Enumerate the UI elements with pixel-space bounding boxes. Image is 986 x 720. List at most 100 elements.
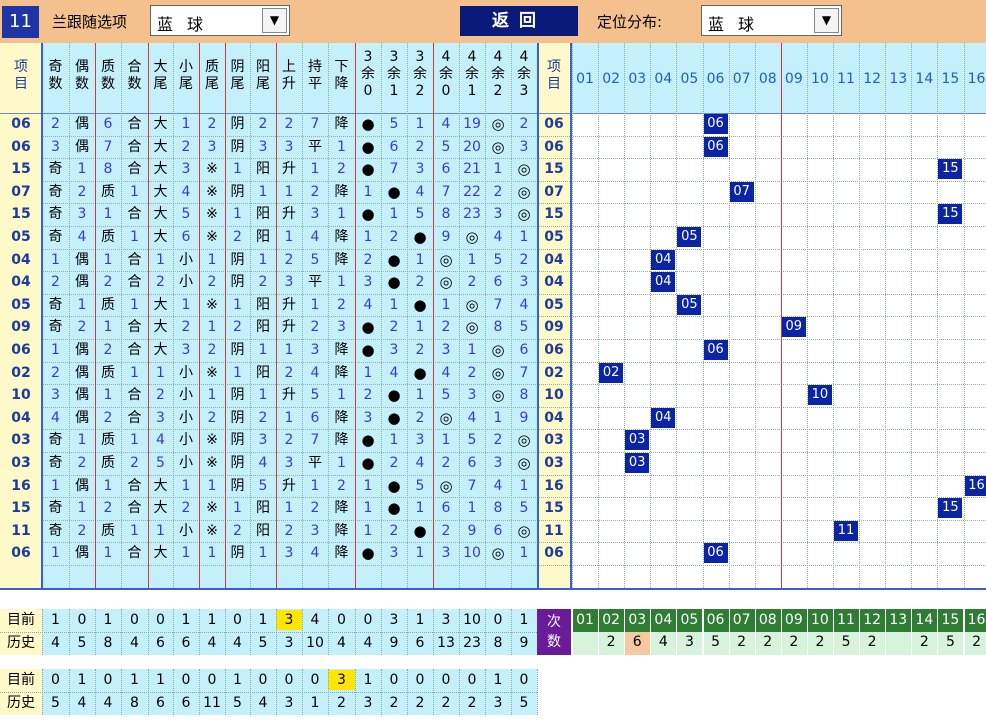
row-cell: 升 [282, 206, 296, 223]
row-cell: 2 [103, 500, 113, 517]
position-header-08: 08 [758, 71, 777, 87]
pos-col-line [754, 43, 756, 588]
position-marker[interactable]: 11 [834, 520, 858, 541]
row-cell: 2 [284, 251, 294, 268]
stats-history-value: 4 [337, 635, 346, 651]
row-cell: 2 [363, 387, 373, 404]
row-cell: 1 [51, 477, 60, 494]
row-cell: 奇 [48, 229, 63, 245]
row-cell: 合 [127, 138, 142, 155]
stats-current-value: 0 [493, 612, 503, 628]
position-marker[interactable]: 03 [625, 430, 650, 451]
grid-bottom-line [0, 588, 986, 590]
stats-history-value: 6 [156, 635, 165, 651]
row-cell: 奇 [48, 319, 63, 336]
row-cell: 2 [258, 116, 268, 132]
row-cell: ※ [206, 500, 218, 517]
stats2-current-value: 1 [156, 672, 165, 688]
row-cell: 合 [127, 387, 142, 404]
count-col-line [859, 609, 861, 655]
row-cell: 1 [207, 387, 217, 404]
row-cell: 1 [493, 161, 503, 178]
stats-current-value: 4 [310, 612, 320, 628]
row-cell: 偶 [75, 545, 89, 562]
dist-select[interactable]: 蓝球 ▼ [701, 5, 842, 36]
stats2-current-value: 1 [363, 672, 373, 688]
row-cell: 3 [363, 409, 373, 426]
count-value: 6 [624, 632, 651, 655]
row-cell: 1 [258, 251, 268, 268]
count-position-header: 12 [859, 609, 886, 632]
row-item-number-right: 03 [544, 455, 564, 471]
position-marker[interactable]: 06 [703, 136, 728, 157]
row-cell: 6 [493, 522, 503, 539]
position-marker[interactable]: 09 [781, 317, 806, 338]
row-cell: 1 [467, 500, 477, 517]
row-cell: 6 [441, 500, 451, 517]
row-cell: 3 [415, 432, 425, 449]
position-marker[interactable]: 04 [651, 249, 676, 270]
row-cell: 大 [153, 477, 168, 494]
row-cell: 奇 [48, 500, 63, 517]
count-position-header: 05 [676, 609, 703, 632]
count-col-line [963, 609, 965, 655]
position-marker[interactable]: 05 [677, 227, 702, 247]
chevron-down-icon[interactable]: ▼ [262, 8, 287, 33]
row-cell: 大 [153, 161, 168, 178]
row-cell: 降 [334, 229, 349, 245]
row-cell: 8 [493, 500, 503, 517]
position-marker[interactable]: 07 [729, 181, 754, 202]
row-cell: 5 [441, 387, 451, 404]
row-cell: 质 [101, 364, 115, 381]
row-cell: 降 [334, 500, 349, 517]
stats2-current-label: 目前 [7, 672, 35, 688]
row-cell: 1 [156, 251, 165, 268]
row-cell: 1 [103, 477, 113, 494]
row-cell: 降 [334, 183, 349, 200]
position-marker[interactable]: 16 [964, 475, 986, 496]
row-cell: 3 [363, 274, 373, 291]
stats2-history-value: 4 [103, 695, 113, 711]
row-cell: 平 [308, 455, 322, 471]
count-value: 2 [754, 632, 781, 655]
position-marker[interactable]: 02 [599, 362, 624, 383]
position-marker[interactable]: 15 [938, 498, 963, 519]
row-cell: 偶 [75, 251, 89, 268]
row-cell: 4 [493, 477, 503, 494]
count-value [885, 632, 912, 655]
stats2-history-value: 2 [415, 695, 425, 711]
position-marker[interactable]: 06 [703, 114, 728, 134]
row-cell: 2 [284, 364, 294, 381]
row-cell: ● [413, 295, 427, 314]
position-marker[interactable]: 06 [703, 340, 728, 360]
row-item-number-right: 04 [544, 251, 564, 268]
position-marker[interactable]: 10 [807, 385, 832, 406]
header-col-0: 奇数 [48, 59, 63, 92]
position-header-03: 03 [628, 71, 647, 87]
row-cell: 6 [467, 455, 477, 471]
position-marker[interactable]: 04 [651, 272, 676, 293]
row-cell: 5 [156, 455, 165, 471]
stats-current-value: 0 [156, 612, 165, 628]
row-item-number: 11 [11, 522, 31, 539]
header-col-17: 4余2 [491, 49, 505, 99]
row-cell: 1 [207, 251, 217, 268]
position-marker[interactable]: 05 [677, 294, 702, 315]
follow-select[interactable]: 蓝球 ▼ [150, 5, 290, 36]
position-marker[interactable]: 15 [938, 159, 963, 180]
row-item-number-right: 05 [544, 229, 564, 245]
row-cell: 4 [441, 116, 451, 132]
pos-col-line [806, 43, 808, 588]
back-button[interactable]: 返回 [460, 6, 578, 36]
stats2-current-value: 1 [77, 672, 87, 688]
row-cell: 9 [441, 229, 451, 245]
position-marker[interactable]: 06 [703, 543, 728, 564]
position-marker[interactable]: 03 [625, 453, 650, 473]
count-value: 3 [676, 632, 703, 655]
position-marker[interactable]: 04 [651, 407, 676, 428]
stats2-current-value: 0 [415, 672, 425, 688]
row-cell: 1 [415, 545, 425, 562]
chevron-down-icon[interactable]: ▼ [814, 8, 839, 33]
row-cell: 质 [101, 455, 115, 471]
position-marker[interactable]: 15 [938, 204, 963, 225]
